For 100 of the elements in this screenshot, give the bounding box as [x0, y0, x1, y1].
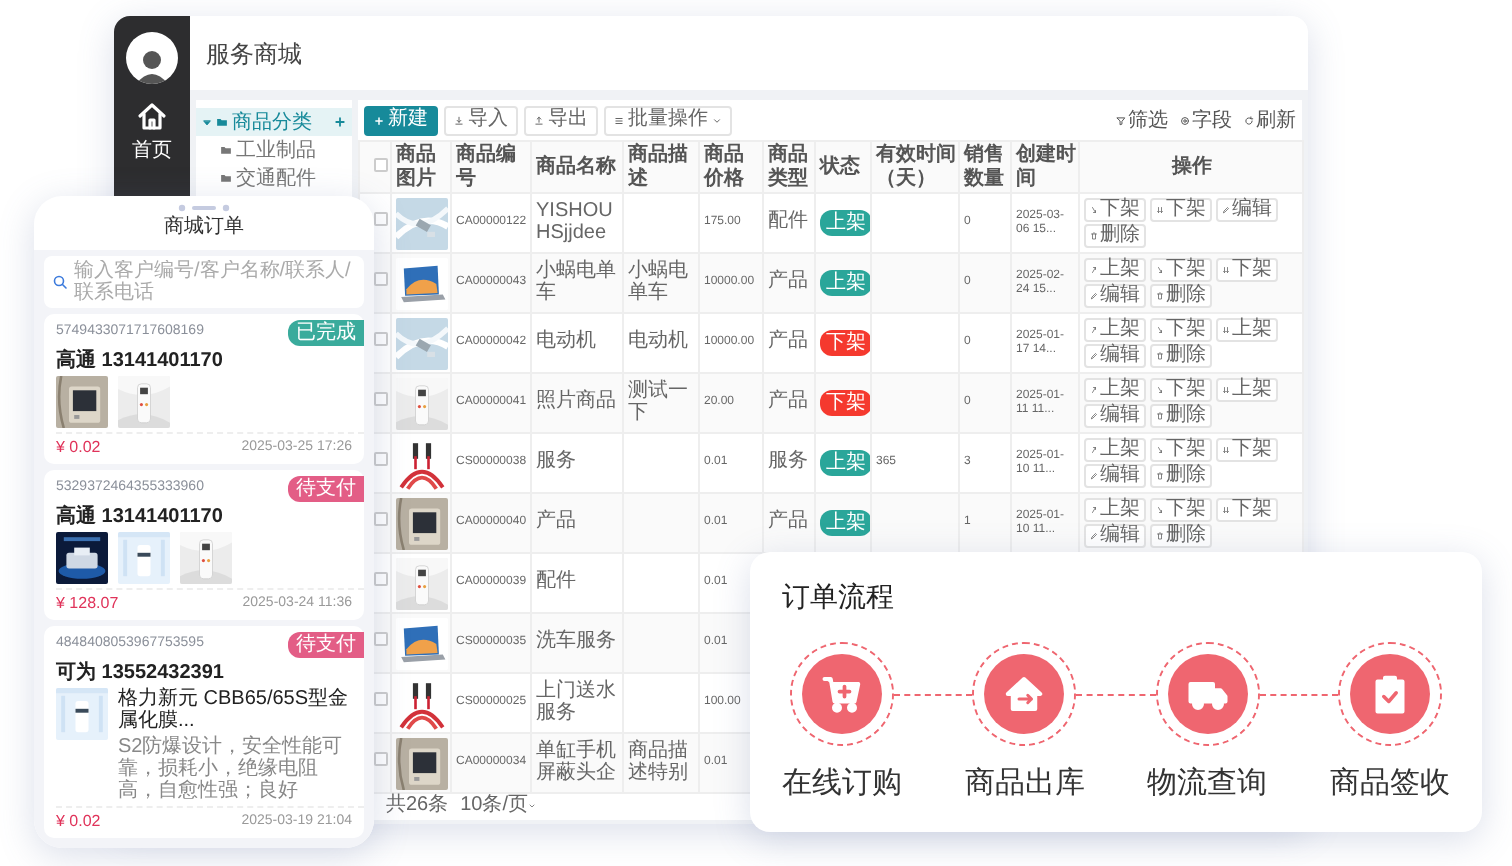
table-cell: 小蜗电单车 — [623, 253, 699, 313]
toolbar-link[interactable]: 筛选 — [1116, 105, 1168, 135]
toolbar-link[interactable]: 刷新 — [1244, 105, 1296, 135]
drag-handle-icon — [178, 204, 230, 212]
checkbox[interactable] — [374, 572, 388, 587]
refresh-icon — [1244, 115, 1254, 125]
action-button[interactable]: 下架 — [1150, 498, 1212, 522]
order-price: ¥ 0.02 — [56, 436, 101, 460]
action-button[interactable]: 上架 — [1084, 318, 1146, 342]
clipboard-icon — [1369, 674, 1410, 714]
checkbox[interactable] — [374, 157, 388, 172]
checkbox[interactable] — [374, 272, 388, 287]
trash-icon — [1156, 532, 1164, 540]
status-badge: 上架 — [820, 510, 869, 536]
action-button[interactable]: 上架 — [1216, 318, 1278, 342]
page-title: 服务商城 — [206, 37, 302, 71]
pencil-icon — [1090, 472, 1098, 480]
action-button[interactable]: 删除 — [1084, 224, 1146, 248]
toolbar-button[interactable]: 新建 — [364, 105, 438, 135]
pencil-icon — [1090, 532, 1098, 540]
toolbar-button[interactable]: 导入 — [444, 105, 518, 135]
checkbox[interactable] — [374, 632, 388, 647]
status-badge: 上架 — [820, 450, 869, 476]
checkbox[interactable] — [374, 332, 388, 347]
action-button[interactable]: 下架 — [1150, 258, 1212, 282]
column-header: 商品名称 — [531, 141, 623, 193]
arrow-icon — [1156, 266, 1164, 274]
action-button[interactable]: 下架 — [1150, 438, 1212, 462]
arrow-icon — [1156, 506, 1164, 514]
action-button[interactable]: 编辑 — [1084, 524, 1146, 548]
tree-item[interactable]: 商品分类 — [196, 108, 352, 136]
action-button[interactable]: 上架 — [1084, 378, 1146, 402]
action-button[interactable]: 上架 — [1216, 378, 1278, 402]
action-button[interactable]: 编辑 — [1084, 344, 1146, 368]
status-badge: 待支付 — [288, 632, 364, 658]
action-button[interactable]: 下架 — [1084, 198, 1146, 222]
action-button[interactable]: 编辑 — [1216, 198, 1278, 222]
gear-icon — [1180, 115, 1190, 125]
total-count: 共26条 — [386, 794, 449, 818]
status-badge: 待支付 — [288, 476, 364, 502]
list-icon — [614, 115, 624, 125]
action-button[interactable]: 下架 — [1216, 438, 1278, 462]
home-icon — [136, 100, 168, 132]
batch-menu-button[interactable]: 批量操作 — [604, 105, 732, 135]
action-button[interactable]: 下架 — [1216, 258, 1278, 282]
double-arrow-icon — [1222, 386, 1230, 394]
checkbox[interactable] — [374, 392, 388, 407]
checkbox[interactable] — [374, 452, 388, 467]
action-button[interactable]: 编辑 — [1084, 464, 1146, 488]
action-button[interactable]: 删除 — [1150, 524, 1212, 548]
action-button[interactable]: 下架 — [1150, 198, 1212, 222]
table-cell: 产品 — [763, 253, 815, 313]
table-cell: 测试一下 — [623, 373, 699, 433]
action-button[interactable]: 编辑 — [1084, 284, 1146, 308]
arrow-icon — [1156, 386, 1164, 394]
trash-icon — [1156, 292, 1164, 300]
table-cell: 小蜗电单车 — [531, 253, 623, 313]
page-size-select[interactable]: 10条/页 — [460, 794, 537, 818]
order-price: ¥ 128.07 — [56, 592, 119, 616]
house-icon — [1004, 674, 1045, 714]
double-arrow-icon — [1222, 446, 1230, 454]
action-button[interactable]: 上架 — [1084, 498, 1146, 522]
column-header: 商品类型 — [763, 141, 815, 193]
column-header: 状态 — [815, 141, 871, 193]
toolbar-link[interactable]: 字段 — [1180, 105, 1232, 135]
tree-item[interactable]: 交通配件 — [196, 164, 352, 192]
table-cell: 产品 — [763, 493, 815, 553]
step-label: 商品签收 — [1329, 764, 1450, 804]
checkbox[interactable] — [374, 692, 388, 707]
action-button[interactable]: 上架 — [1084, 258, 1146, 282]
checkbox[interactable] — [374, 512, 388, 527]
checkbox[interactable] — [374, 212, 388, 227]
search-icon — [52, 274, 68, 290]
order-price: ¥ 0.02 — [56, 810, 101, 834]
tree-item[interactable]: 工业制品 — [196, 136, 352, 164]
toolbar-button[interactable]: 导出 — [524, 105, 598, 135]
folder-icon — [220, 144, 232, 156]
action-button[interactable]: 上架 — [1084, 438, 1146, 462]
table-cell: 产品 — [763, 373, 815, 433]
trash-icon — [1156, 352, 1164, 360]
upload-icon — [534, 115, 544, 125]
table-cell: 单缸手机屏蔽头企 — [531, 733, 623, 793]
action-button[interactable]: 删除 — [1150, 464, 1212, 488]
nav-item[interactable]: 首页 — [132, 100, 172, 166]
action-button[interactable]: 删除 — [1150, 344, 1212, 368]
pencil-icon — [1090, 352, 1098, 360]
action-button[interactable]: 删除 — [1150, 284, 1212, 308]
avatar[interactable] — [126, 32, 178, 84]
action-button[interactable]: 编辑 — [1084, 404, 1146, 428]
column-header: 商品编号 — [451, 141, 531, 193]
caret-icon — [202, 117, 212, 127]
filter-icon — [1116, 115, 1126, 125]
action-button[interactable]: 下架 — [1216, 498, 1278, 522]
action-button[interactable]: 下架 — [1150, 318, 1212, 342]
checkbox[interactable] — [374, 752, 388, 767]
arrow-icon — [1090, 326, 1098, 334]
double-arrow-icon — [1222, 506, 1230, 514]
action-button[interactable]: 下架 — [1150, 378, 1212, 402]
action-button[interactable]: 删除 — [1150, 404, 1212, 428]
double-arrow-icon — [1222, 326, 1230, 334]
